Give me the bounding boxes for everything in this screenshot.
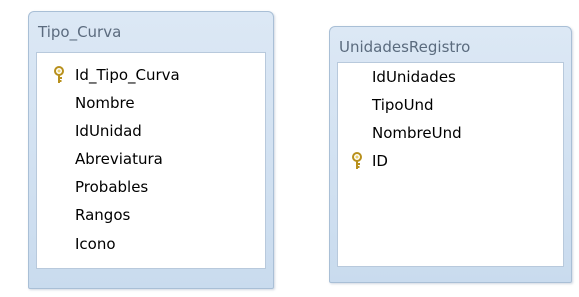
field-row[interactable]: Id_Tipo_Curva — [37, 61, 265, 89]
field-name: NombreUnd — [372, 124, 462, 142]
field-name: Icono — [75, 235, 116, 253]
key-icon — [54, 66, 64, 83]
field-row[interactable]: IdUnidad — [37, 117, 265, 145]
table-window-tipo-curva[interactable]: Tipo_Curva Id_Tipo_Curva Nombre IdUnidad… — [28, 11, 274, 289]
field-name: Probables — [75, 178, 149, 196]
field-name: IdUnidades — [372, 68, 456, 86]
field-row[interactable]: IdUnidades — [338, 63, 563, 91]
field-row[interactable]: Abreviatura — [37, 145, 265, 173]
table-title: UnidadesRegistro — [339, 38, 471, 56]
field-row[interactable]: ID — [338, 147, 563, 175]
field-row[interactable]: Rangos — [37, 201, 265, 229]
table-title-bar[interactable]: Tipo_Curva — [29, 12, 273, 48]
field-name: TipoUnd — [372, 96, 434, 114]
field-name: Abreviatura — [75, 150, 163, 168]
field-name: Nombre — [75, 94, 135, 112]
field-row[interactable]: TipoUnd — [338, 91, 563, 119]
table-title-bar[interactable]: UnidadesRegistro — [330, 27, 571, 63]
field-list[interactable]: Id_Tipo_Curva Nombre IdUnidad Abreviatur… — [36, 52, 266, 269]
key-icon — [352, 152, 362, 169]
field-name: IdUnidad — [75, 122, 142, 140]
table-window-unidades-registro[interactable]: UnidadesRegistro IdUnidades TipoUnd Nomb… — [329, 26, 572, 283]
field-list[interactable]: IdUnidades TipoUnd NombreUnd ID — [337, 62, 564, 267]
field-name: ID — [372, 152, 388, 170]
field-name: Id_Tipo_Curva — [75, 66, 180, 84]
field-row[interactable]: Probables — [37, 173, 265, 201]
field-row[interactable]: Nombre — [37, 89, 265, 117]
field-name: Rangos — [75, 206, 131, 224]
field-row[interactable]: Icono — [37, 230, 265, 258]
table-title: Tipo_Curva — [38, 23, 122, 41]
field-row[interactable]: NombreUnd — [338, 119, 563, 147]
